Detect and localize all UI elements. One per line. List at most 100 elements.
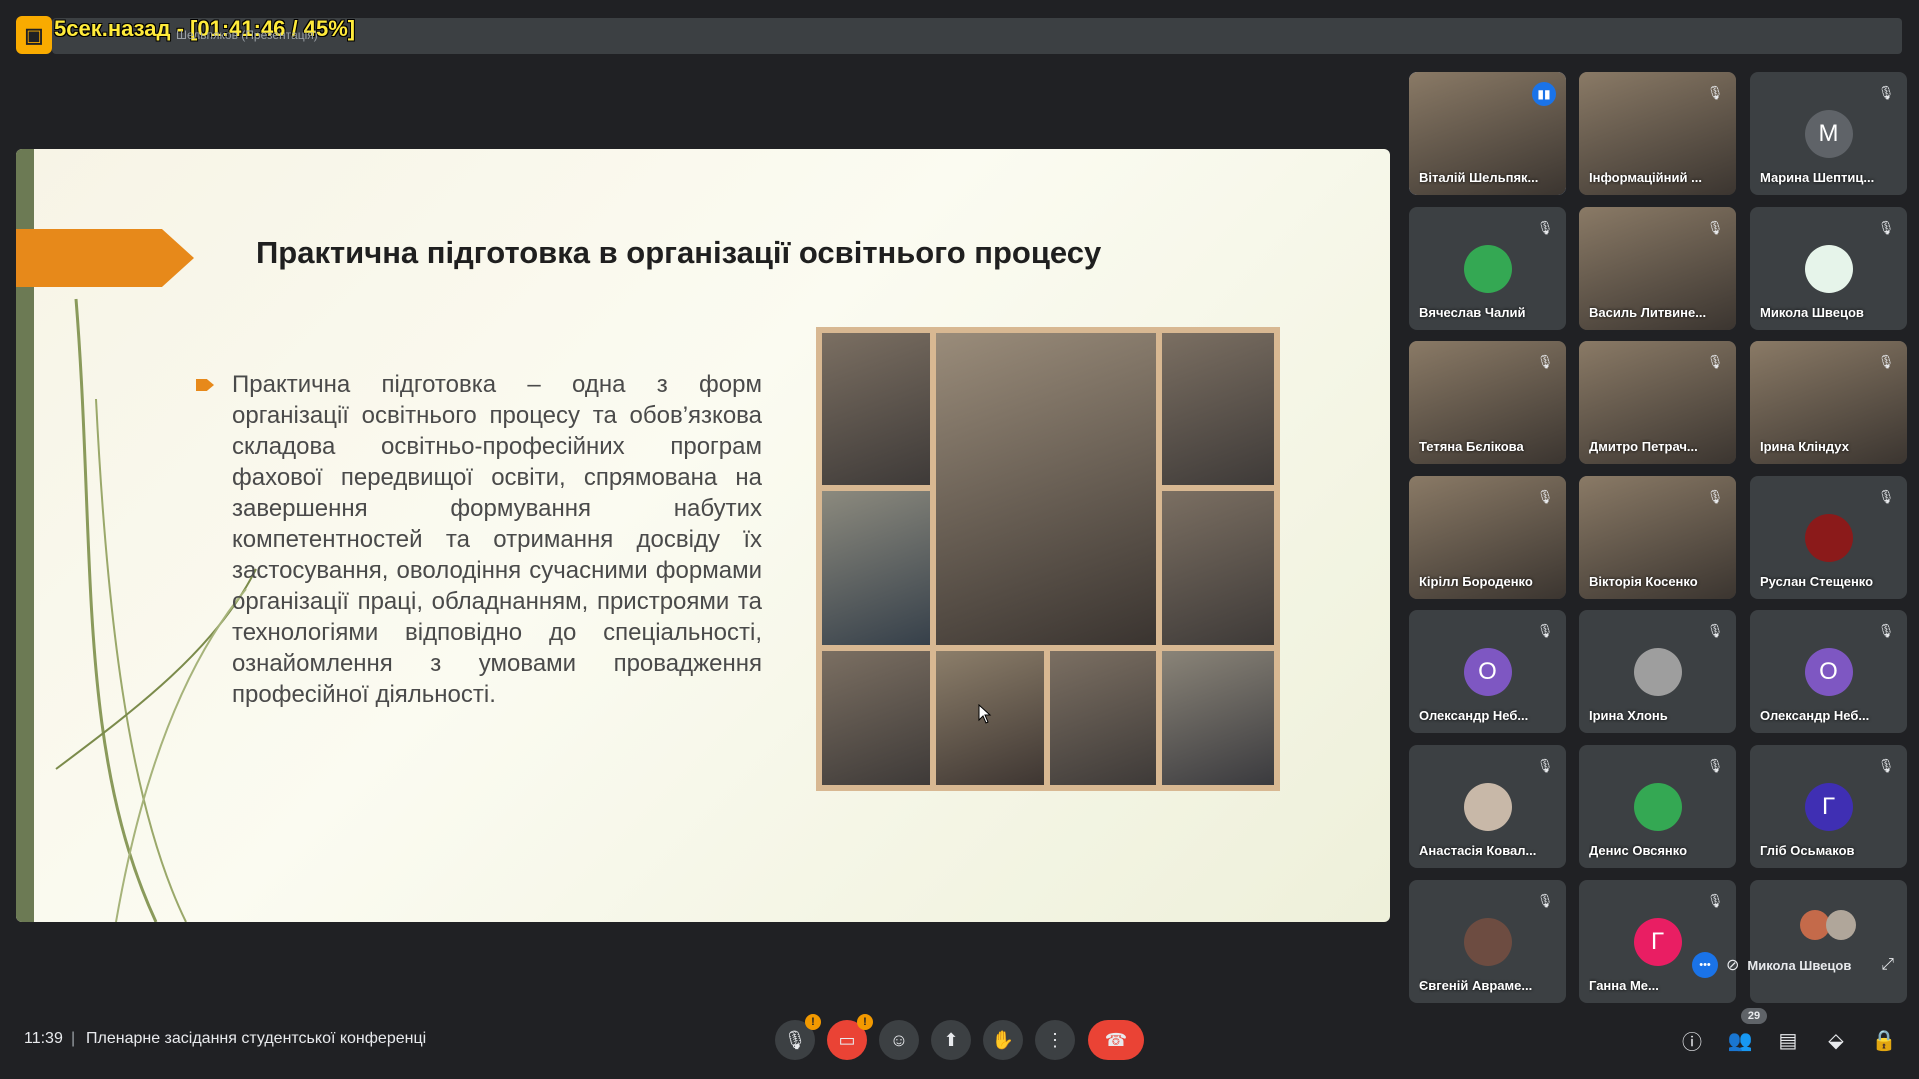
participant-tile[interactable]: 🎙 Ірина Кліндух — [1750, 341, 1907, 464]
mic-off-icon: 🎙 — [1706, 354, 1724, 369]
participant-name: Ірина Кліндух — [1760, 439, 1849, 454]
mic-off-icon: 🎙 — [1536, 758, 1554, 773]
host-controls-icon: 🔒 — [1871, 1029, 1897, 1052]
participant-tile[interactable]: 🎙 Вячеслав Чалий — [1409, 207, 1566, 330]
participant-tile[interactable]: Г 🎙 Ганна Ме... — [1579, 880, 1736, 1003]
participant-tile[interactable]: 🎙 Микола Швецов — [1750, 207, 1907, 330]
camera-off-icon: ⊘ — [1726, 957, 1740, 974]
participant-tile[interactable]: 🎙 Денис Овсянко — [1579, 745, 1736, 868]
raise-hand-icon: ✋ — [991, 1029, 1015, 1050]
participant-tile[interactable]: 🎙 Кірілл Бороденко — [1409, 476, 1566, 599]
participant-tile[interactable]: О 🎙 Олександр Неб... — [1409, 610, 1566, 733]
avatar — [1633, 783, 1682, 831]
collage-photo — [822, 651, 930, 785]
avatar — [1633, 648, 1682, 696]
avatar — [1826, 910, 1856, 940]
people-button[interactable]: 👥 — [1722, 1022, 1758, 1058]
expand-icon[interactable]: ⤢ — [1881, 956, 1894, 974]
emoji-button[interactable]: ☺ — [879, 1020, 919, 1060]
participant-name: Вячеслав Чалий — [1419, 305, 1526, 320]
activities-button[interactable]: ⬙ — [1818, 1022, 1854, 1058]
participant-name: Вікторія Косенко — [1589, 574, 1698, 589]
participant-name: Дмитро Петрач... — [1589, 439, 1698, 454]
collage-photo — [1162, 651, 1274, 785]
info-icon: ⓘ — [1682, 1031, 1702, 1054]
self-avatars — [1800, 910, 1856, 940]
collage-photo — [1162, 491, 1274, 645]
mic-off-icon: 🎙 — [1536, 893, 1554, 908]
participant-name: Анастасія Ковал... — [1419, 843, 1537, 858]
emoji-icon: ☺ — [889, 1029, 909, 1050]
participant-name: Кірілл Бороденко — [1419, 574, 1533, 589]
participant-tile[interactable]: 🎙 Ірина Хлонь — [1579, 610, 1736, 733]
mic-off-icon: 🎙 — [1706, 623, 1724, 638]
camera-button[interactable]: ▭ ! — [827, 1014, 873, 1060]
participant-name: Віталій Шельпяк... — [1419, 170, 1539, 185]
camera-off-icon: ▭ — [838, 1029, 856, 1050]
mic-off-icon: 🎙 — [1706, 85, 1724, 100]
clock: 11:39 — [24, 1030, 63, 1047]
participant-tile[interactable]: 🎙 Тетяна Бєлікова — [1409, 341, 1566, 464]
participant-name: Марина Шептиц... — [1760, 170, 1875, 185]
participant-tile[interactable]: 🎙 Євгеній Авраме... — [1409, 880, 1566, 1003]
warning-icon: ! — [857, 1014, 873, 1030]
participant-name: Денис Овсянко — [1589, 843, 1688, 858]
participant-tile[interactable]: 🎙 Дмитро Петрач... — [1579, 341, 1736, 464]
warning-icon: ! — [805, 1014, 821, 1030]
participants-count: 29 — [1741, 1008, 1767, 1024]
participant-name: Євгеній Авраме... — [1419, 978, 1533, 993]
participant-tile[interactable]: О 🎙 Олександр Неб... — [1750, 610, 1907, 733]
mic-off-icon: 🎙 — [1877, 758, 1895, 773]
separator: | — [71, 1030, 76, 1047]
activities-icon: ⬙ — [1828, 1029, 1844, 1052]
collage-photo — [936, 333, 1156, 645]
info-button[interactable]: ⓘ — [1674, 1022, 1710, 1058]
slide-title: Практична підготовка в організації освіт… — [256, 235, 1102, 270]
more-options-icon[interactable]: ••• — [1692, 952, 1718, 978]
collage-photo — [822, 491, 930, 645]
chat-button[interactable]: ▤ — [1770, 1022, 1806, 1058]
present-button[interactable]: ⬆ — [931, 1020, 971, 1060]
mic-off-icon: 🎙 — [1877, 85, 1895, 100]
avatar: Г — [1633, 918, 1682, 966]
participant-tile[interactable]: М 🎙 Марина Шептиц... — [1750, 72, 1907, 195]
avatar: О — [1463, 648, 1512, 696]
participant-name: Василь Литвине... — [1589, 305, 1707, 320]
participant-tile[interactable]: ▮▮ Віталій Шельпяк... — [1409, 72, 1566, 195]
end-call-icon: ☎ — [1104, 1029, 1128, 1050]
avatar — [1463, 783, 1512, 831]
self-tile[interactable] — [1750, 880, 1907, 1003]
participant-name: Микола Швецов — [1760, 305, 1864, 320]
collage-photo — [822, 333, 930, 485]
mic-off-icon: 🎙 — [1706, 220, 1724, 235]
self-tile-bar: ••• ⊘ Микола Швецов ⤢ — [1692, 950, 1894, 980]
mic-off-icon: 🎙 — [1877, 220, 1895, 235]
avatar — [1463, 918, 1512, 966]
participant-name: Гліб Осьмаков — [1760, 843, 1855, 858]
participant-tile[interactable]: 🎙 Руслан Стещенко — [1750, 476, 1907, 599]
mic-off-icon: 🎙 — [1536, 489, 1554, 504]
mic-off-icon: 🎙 — [1536, 354, 1554, 369]
more-button[interactable]: ⋮ — [1035, 1020, 1075, 1060]
mic-off-icon: 🎙 — [1706, 893, 1724, 908]
raise-hand-button[interactable]: ✋ — [983, 1020, 1023, 1060]
mic-button[interactable]: 🎙 ! — [775, 1014, 821, 1060]
host-controls-button[interactable]: 🔒 — [1866, 1022, 1902, 1058]
mic-off-icon: 🎙 — [1706, 489, 1724, 504]
end-call-button[interactable]: ☎ — [1088, 1020, 1144, 1060]
mic-off-icon: 🎙 — [783, 1029, 807, 1050]
participant-tile[interactable]: 🎙 Інформаційний ... — [1579, 72, 1736, 195]
participant-tile[interactable]: 🎙 Василь Литвине... — [1579, 207, 1736, 330]
participant-tile[interactable]: Г 🎙 Гліб Осьмаков — [1750, 745, 1907, 868]
participant-name: Ірина Хлонь — [1589, 708, 1668, 723]
participant-name: Руслан Стещенко — [1760, 574, 1874, 589]
participant-tile[interactable]: 🎙 Вікторія Косенко — [1579, 476, 1736, 599]
participant-name: Ганна Ме... — [1589, 978, 1659, 993]
participant-tile[interactable]: 🎙 Анастасія Ковал... — [1409, 745, 1566, 868]
chat-icon: ▤ — [1778, 1029, 1798, 1052]
participant-name: Інформаційний ... — [1589, 170, 1702, 185]
more-icon: ⋮ — [1046, 1029, 1064, 1050]
collage-photo — [1050, 651, 1156, 785]
slide-body-text: Практична підготовка – одна з форм орган… — [232, 371, 762, 708]
avatar: М — [1804, 110, 1853, 158]
